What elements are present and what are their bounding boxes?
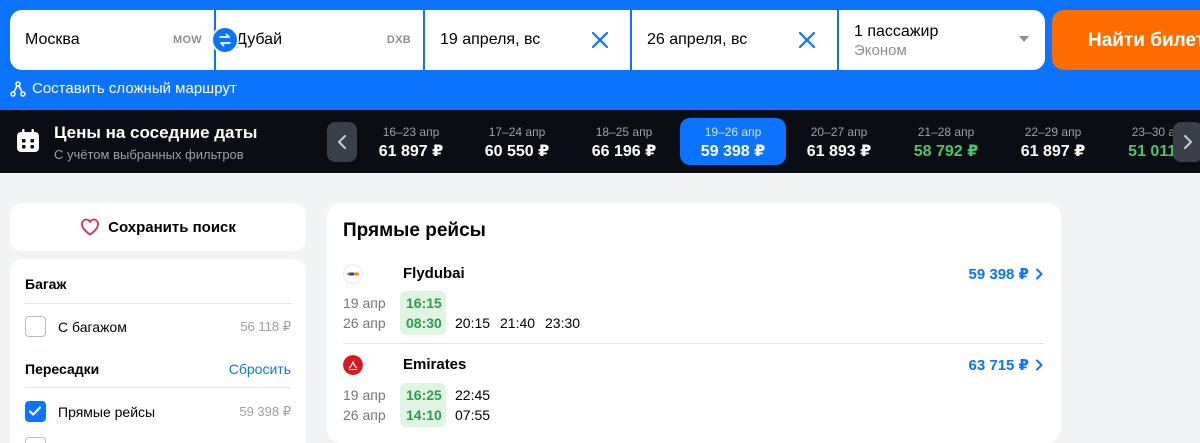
outbound-time[interactable]: 16:15 xyxy=(406,295,442,311)
date-option-selected[interactable]: 19–26 апр 59 398 ₽ xyxy=(680,118,786,165)
transfers-title: Пересадки xyxy=(25,361,100,377)
outbound-date: 19 апр xyxy=(343,387,386,403)
complex-route-link[interactable]: Составить сложный маршрут xyxy=(10,80,237,97)
date-option[interactable]: 21–28 апр 58 792 ₽ xyxy=(893,118,999,165)
transfers-checkbox[interactable] xyxy=(25,437,46,443)
origin-code: MOW xyxy=(172,34,202,46)
destination-code: DXB xyxy=(386,34,411,46)
date-range: 16–23 апр xyxy=(382,125,440,139)
depart-date[interactable]: 19 апреля, вс xyxy=(440,31,540,49)
save-search-label: Сохранить поиск xyxy=(108,218,236,236)
flight-item[interactable]: Emirates 63 715 ₽ 19 апр 26 апр 16:25 14… xyxy=(327,354,1061,434)
outbound-time[interactable]: 16:25 xyxy=(406,387,442,403)
direct-flights-label: Прямые рейсы xyxy=(58,404,156,420)
return-date: 26 апр xyxy=(343,315,386,331)
baggage-option-label: С багажом xyxy=(58,319,127,335)
date-range: 21–28 апр xyxy=(917,125,975,139)
search-header: Москва MOW Дубай DXB 19 апреля, вс 26 ап… xyxy=(0,0,1200,110)
heart-icon xyxy=(81,218,100,236)
return-time-option[interactable]: 21:40 xyxy=(500,315,535,331)
cabin-class: Эконом xyxy=(854,42,907,59)
date-option[interactable]: 18–25 апр 66 196 ₽ xyxy=(571,118,677,165)
date-price: 61 897 ₽ xyxy=(1020,143,1086,160)
divider xyxy=(343,343,1045,344)
date-price: 58 792 ₽ xyxy=(913,143,979,160)
swap-icon[interactable] xyxy=(211,26,239,54)
emirates-logo-icon xyxy=(343,355,363,375)
direct-flights-price: 59 398 ₽ xyxy=(239,404,291,419)
results-title: Прямые рейсы xyxy=(343,220,486,241)
baggage-title: Багаж xyxy=(25,276,67,292)
chevron-right-icon xyxy=(1036,268,1043,280)
origin-field[interactable]: Москва MOW xyxy=(10,10,214,70)
save-search-button[interactable]: Сохранить поиск xyxy=(10,203,306,251)
chevron-right-icon xyxy=(1036,359,1043,371)
flight-price-value: 63 715 ₽ xyxy=(968,357,1029,374)
selected-times: 16:15 08:30 xyxy=(400,291,446,335)
return-date-field[interactable]: 26 апреля, вс xyxy=(632,10,837,70)
chevron-right-icon xyxy=(1184,135,1192,149)
origin-input[interactable]: Москва xyxy=(25,31,80,49)
airline-name: Flydubai xyxy=(403,265,465,282)
neighbor-dates-strip: Цены на соседние даты С учётом выбранных… xyxy=(0,110,1200,173)
reset-transfers-link[interactable]: Сбросить xyxy=(229,361,291,377)
date-price: 59 398 ₽ xyxy=(700,143,766,160)
find-tickets-button[interactable]: Найти билеты xyxy=(1052,10,1200,70)
flight-price-value: 59 398 ₽ xyxy=(968,266,1029,283)
route-icon xyxy=(10,80,26,97)
strip-subtitle: С учётом выбранных фильтров xyxy=(54,147,244,162)
date-option[interactable]: 17–24 апр 60 550 ₽ xyxy=(464,118,570,165)
baggage-price: 56 118 ₽ xyxy=(240,319,291,334)
date-price: 61 893 ₽ xyxy=(806,143,872,160)
passengers-field[interactable]: 1 пассажир Эконом xyxy=(839,10,1045,70)
close-icon[interactable] xyxy=(797,30,817,50)
next-dates-button[interactable] xyxy=(1173,122,1200,162)
date-price: 61 897 ₽ xyxy=(378,143,444,160)
date-option[interactable]: 16–23 апр 61 897 ₽ xyxy=(358,118,464,165)
flight-price[interactable]: 59 398 ₽ xyxy=(969,265,1043,283)
calendar-icon xyxy=(17,129,39,152)
return-date: 26 апр xyxy=(343,407,386,423)
search-form: Москва MOW Дубай DXB 19 апреля, вс 26 ап… xyxy=(10,10,1045,70)
divider xyxy=(25,387,291,388)
outbound-date: 19 апр xyxy=(343,295,386,311)
date-option[interactable]: 22–29 апр 61 897 ₽ xyxy=(1000,118,1106,165)
flydubai-logo-icon xyxy=(343,264,363,284)
return-time[interactable]: 08:30 xyxy=(406,315,442,331)
date-option[interactable]: 20–27 апр 61 893 ₽ xyxy=(786,118,892,165)
chevron-left-icon xyxy=(338,135,346,149)
return-date[interactable]: 26 апреля, вс xyxy=(647,31,747,49)
complex-route-label: Составить сложный маршрут xyxy=(32,80,237,97)
prev-dates-button[interactable] xyxy=(327,122,357,162)
filters-panel: Багаж С багажом 56 118 ₽ Пересадки Сброс… xyxy=(10,259,306,443)
date-range: 20–27 апр xyxy=(810,125,868,139)
return-time-option[interactable]: 20:15 xyxy=(455,315,490,331)
outbound-time-option[interactable]: 22:45 xyxy=(455,387,490,403)
flight-item[interactable]: Flydubai 59 398 ₽ 19 апр 26 апр 16:15 08… xyxy=(327,263,1061,343)
return-time[interactable]: 14:10 xyxy=(406,407,442,423)
divider xyxy=(25,303,291,304)
strip-title: Цены на соседние даты xyxy=(54,123,258,142)
airline-name: Emirates xyxy=(403,356,467,373)
date-range: 17–24 апр xyxy=(488,125,546,139)
chevron-down-icon[interactable] xyxy=(1019,36,1029,42)
direct-flights-card: Прямые рейсы Flydubai 59 398 ₽ 19 апр 26… xyxy=(327,203,1061,443)
date-range: 18–25 апр xyxy=(595,125,653,139)
close-icon[interactable] xyxy=(590,30,610,50)
flight-price[interactable]: 63 715 ₽ xyxy=(969,356,1043,374)
date-range: 22–29 апр xyxy=(1024,125,1082,139)
date-price: 66 196 ₽ xyxy=(591,143,657,160)
date-range: 19–26 апр xyxy=(704,125,762,139)
check-icon xyxy=(28,406,42,416)
depart-date-field[interactable]: 19 апреля, вс xyxy=(425,10,630,70)
passengers-count: 1 пассажир xyxy=(854,23,939,40)
return-time-option[interactable]: 07:55 xyxy=(455,407,490,423)
baggage-checkbox[interactable] xyxy=(25,316,46,337)
date-price: 60 550 ₽ xyxy=(484,143,550,160)
direct-flights-checkbox[interactable] xyxy=(25,401,46,422)
return-time-option[interactable]: 23:30 xyxy=(545,315,580,331)
selected-times: 16:25 14:10 xyxy=(400,383,446,427)
destination-field[interactable]: Дубай DXB xyxy=(216,10,423,70)
destination-input[interactable]: Дубай xyxy=(236,31,282,49)
